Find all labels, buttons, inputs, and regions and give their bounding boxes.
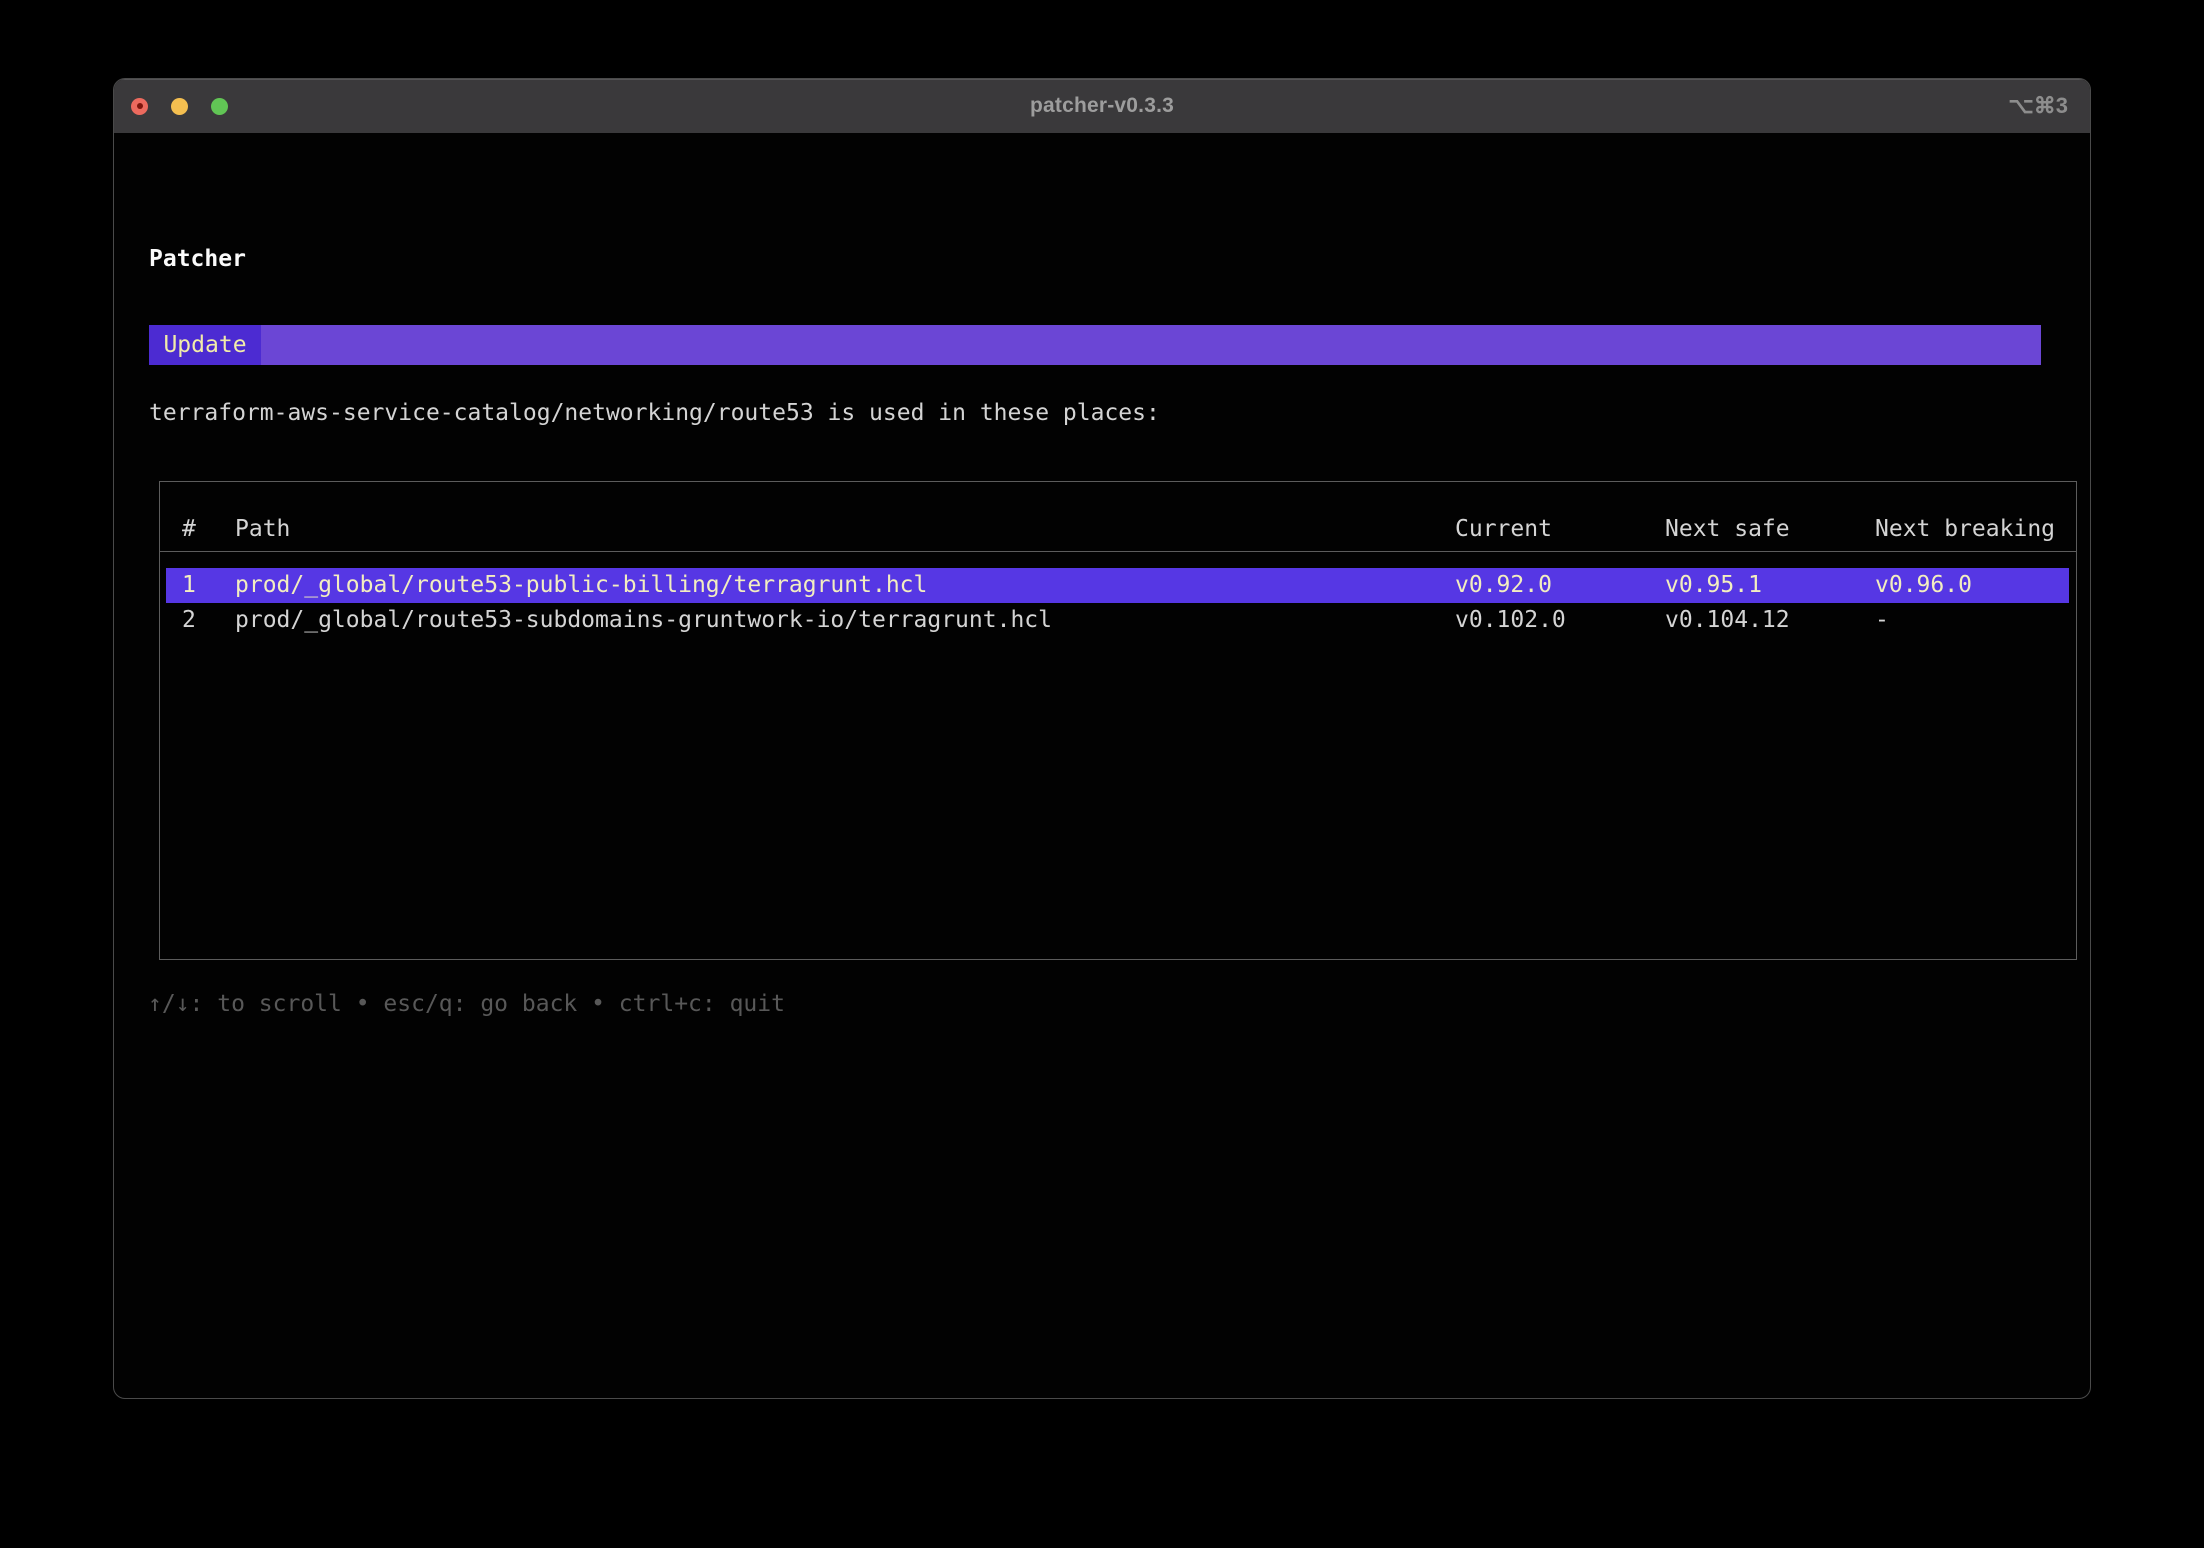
column-header-num: #: [182, 516, 235, 542]
row-next-safe-version: v0.104.12: [1665, 603, 1875, 638]
terminal-content: Patcher Update terraform-aws-service-cat…: [114, 133, 2090, 1398]
app-heading: Patcher: [149, 246, 246, 272]
window-titlebar[interactable]: patcher-v0.3.3 ⌥⌘3: [114, 79, 2090, 133]
column-header-next-safe: Next safe: [1665, 516, 1875, 542]
column-header-current: Current: [1455, 516, 1665, 542]
row-num: 2: [182, 603, 235, 638]
table-row[interactable]: 1 prod/_global/route53-public-billing/te…: [160, 568, 2076, 603]
terminal-window: patcher-v0.3.3 ⌥⌘3 Patcher Update terraf…: [113, 78, 2091, 1399]
row-current-version: v0.102.0: [1455, 603, 1665, 638]
table-header-row: # Path Current Next safe Next breaking: [160, 482, 2076, 552]
tab-bar: Update: [149, 325, 2041, 365]
tab-update[interactable]: Update: [149, 325, 261, 365]
help-bar: ↑/↓: to scroll • esc/q: go back • ctrl+c…: [148, 991, 785, 1017]
tab-keyboard-shortcut: ⌥⌘3: [2008, 79, 2068, 133]
row-next-breaking-version: -: [1875, 603, 2076, 638]
row-next-breaking-version: v0.96.0: [1875, 568, 2076, 603]
usage-description: terraform-aws-service-catalog/networking…: [149, 400, 1160, 426]
column-header-next-breaking: Next breaking: [1875, 516, 2076, 542]
row-num: 1: [182, 568, 235, 603]
row-next-safe-version: v0.95.1: [1665, 568, 1875, 603]
row-current-version: v0.92.0: [1455, 568, 1665, 603]
window-title: patcher-v0.3.3: [114, 79, 2090, 133]
table-row[interactable]: 2 prod/_global/route53-subdomains-gruntw…: [160, 603, 2076, 638]
column-header-path: Path: [235, 516, 1455, 542]
row-path: prod/_global/route53-public-billing/terr…: [235, 568, 1455, 603]
row-path: prod/_global/route53-subdomains-gruntwor…: [235, 603, 1455, 638]
table-body: 1 prod/_global/route53-public-billing/te…: [160, 568, 2076, 638]
usages-table: # Path Current Next safe Next breaking 1…: [159, 481, 2077, 960]
